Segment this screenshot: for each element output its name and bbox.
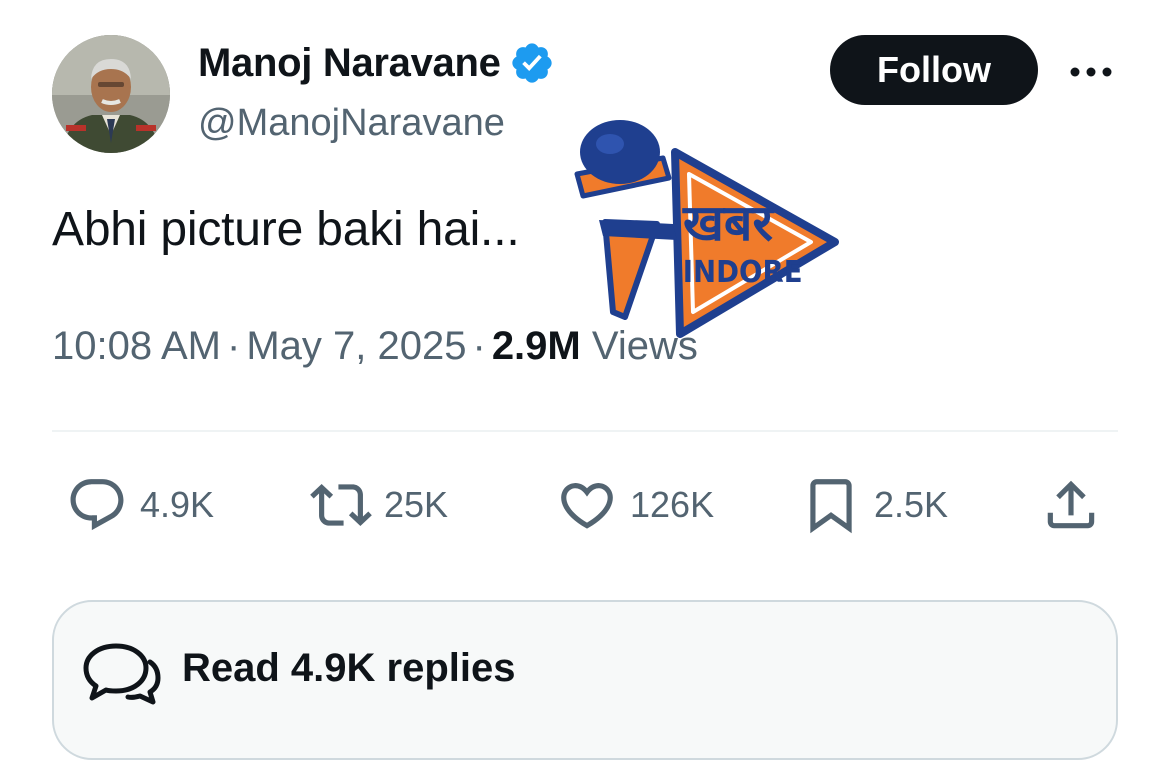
replies-bubble-icon [83, 643, 161, 705]
verified-badge-icon [511, 43, 552, 83]
logo-hindi-text: खबर [682, 194, 774, 252]
tweet-text: Abhi picture baki hai... [52, 203, 520, 256]
like-icon [561, 483, 613, 529]
avatar-image [52, 35, 170, 153]
read-replies-label: Read 4.9K replies [182, 646, 516, 690]
repost-button[interactable]: 25K [310, 474, 448, 536]
author-name[interactable]: Manoj Naravane [198, 41, 501, 86]
logo-indore-text: INDORE [683, 254, 803, 289]
meta-separator: · [227, 324, 241, 368]
tweet-time[interactable]: 10:08 AM [52, 324, 221, 368]
read-replies-button[interactable]: Read 4.9K replies [52, 600, 1118, 760]
like-count: 126K [630, 484, 715, 525]
like-button[interactable]: 126K [556, 474, 714, 536]
share-icon [1047, 480, 1095, 529]
bookmark-button[interactable]: 2.5K [800, 474, 948, 536]
divider [52, 430, 1118, 432]
follow-button[interactable]: Follow [830, 35, 1038, 105]
repost-count: 25K [384, 484, 449, 525]
bookmark-count: 2.5K [874, 484, 949, 525]
author-handle[interactable]: @ManojNaravane [198, 102, 505, 145]
tweet-date[interactable]: May 7, 2025 [246, 324, 466, 368]
meta-separator: · [472, 324, 486, 368]
repost-icon [310, 484, 372, 526]
reply-count: 4.9K [140, 484, 215, 525]
reply-icon [70, 479, 124, 531]
reply-button[interactable]: 4.9K [66, 474, 214, 536]
khabar-indore-logo: खबर INDORE [574, 120, 839, 338]
bookmark-icon [810, 479, 852, 534]
avatar[interactable] [52, 35, 170, 153]
share-button[interactable] [1040, 474, 1102, 536]
more-icon[interactable] [1066, 58, 1116, 86]
